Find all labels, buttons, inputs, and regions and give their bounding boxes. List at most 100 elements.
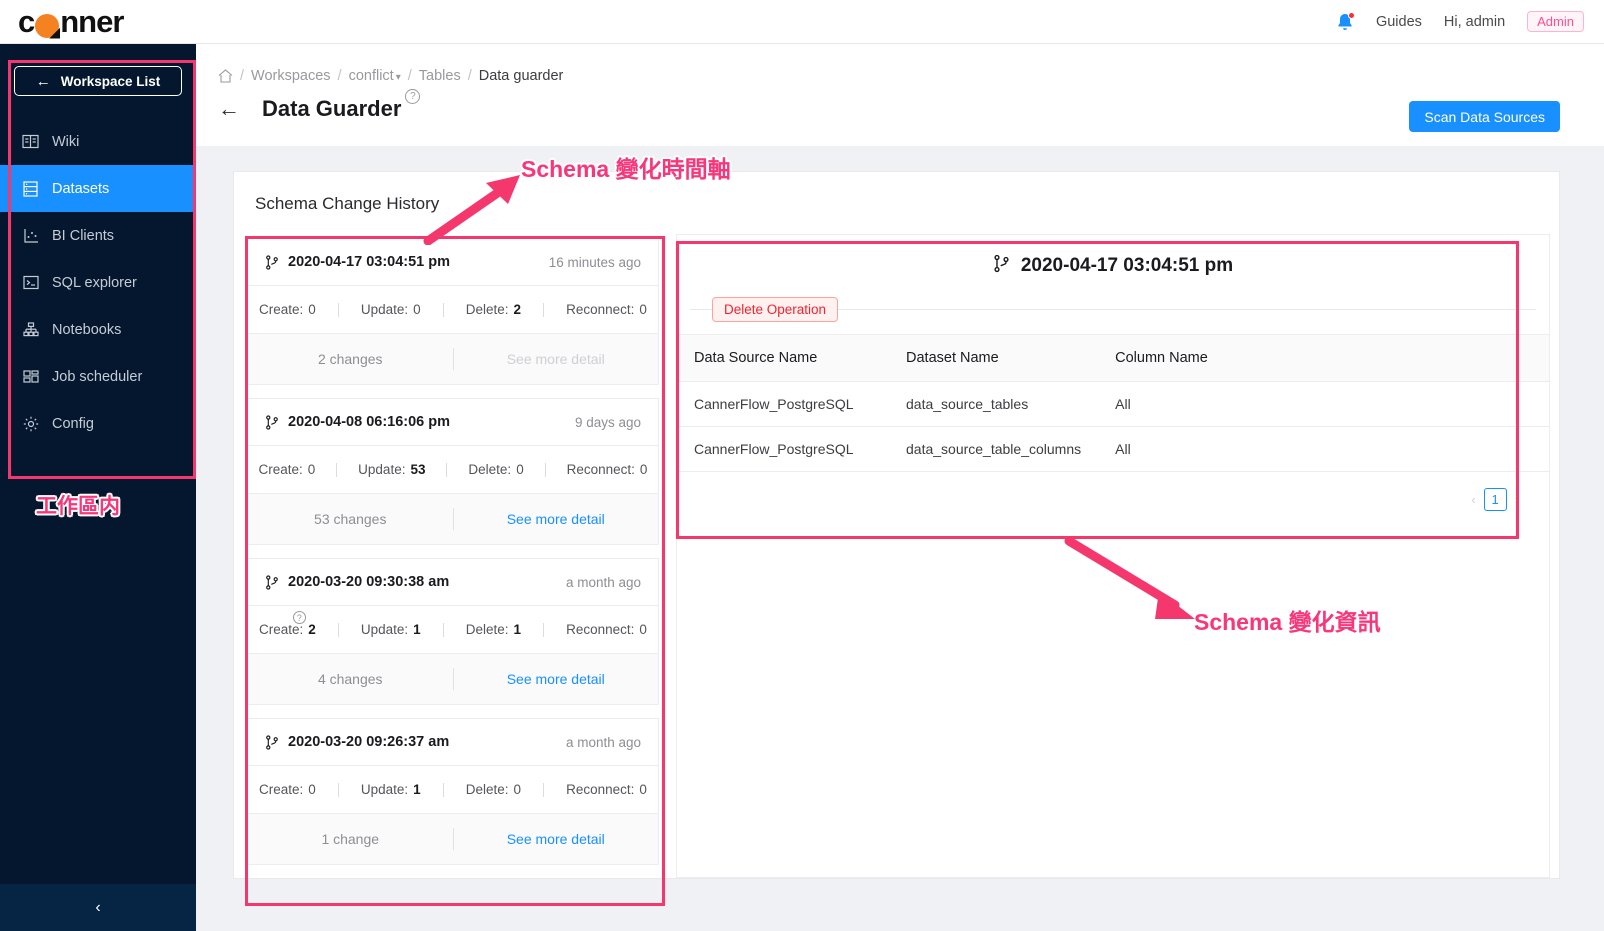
divider <box>446 462 448 477</box>
see-more-detail-link: See more detail <box>506 351 605 367</box>
timeline-entry-date: 2020-03-20 09:26:37 am <box>288 734 450 750</box>
table-cell: data_source_tables <box>889 381 1099 427</box>
see-more-detail-link[interactable]: See more detail <box>454 511 659 527</box>
timeline-entry-stats: Create: 2? Update: 1 Delete: 1 Reconnect: 0 <box>248 606 658 654</box>
timeline-entry-footer: 53 changes See more detail <box>248 494 658 544</box>
column-header-data-source-name: Data Source Name <box>677 334 889 382</box>
sidebar-item-label: Notebooks <box>52 321 122 338</box>
sidebar-item-config[interactable]: Config <box>0 400 196 447</box>
stat-value: 0 <box>307 462 316 477</box>
timeline-entry-date: 2020-04-17 03:04:51 pm <box>288 254 451 270</box>
detail-date: 2020-04-17 03:04:51 pm <box>1020 255 1234 276</box>
timeline-entry-relative-time: 16 minutes ago <box>548 254 641 270</box>
bell-icon[interactable] <box>1336 11 1355 32</box>
stat-value: 53 <box>410 462 426 477</box>
pagination: ‹ 1 › <box>677 472 1549 511</box>
help-icon[interactable]: ? <box>292 611 306 624</box>
table-header-row: Data Source Name Dataset Name Column Nam… <box>677 334 1549 382</box>
sidebar-item-job-scheduler[interactable]: Job scheduler <box>0 353 196 400</box>
stat-value: 0 <box>639 622 647 637</box>
logo-text-nner: nner <box>60 4 124 39</box>
divider <box>337 302 339 317</box>
detail-header: 2020-04-17 03:04:51 pm <box>677 235 1549 297</box>
sidebar-item-label: Config <box>52 415 94 432</box>
stat-label: Create: <box>259 622 304 637</box>
stat-reconnect: Reconnect: 0 <box>566 782 647 797</box>
see-more-detail-link[interactable]: See more detail <box>454 671 659 687</box>
timeline-entry[interactable]: 2020-04-17 03:04:51 pm 16 minutes ago Crea… <box>247 238 659 385</box>
stat-value: 0 <box>639 302 647 317</box>
logo-orange-a-icon <box>35 13 60 38</box>
sidebar-item-sql-explorer[interactable]: SQL explorer <box>0 259 196 306</box>
back-arrow-icon[interactable]: ← <box>218 98 240 120</box>
home-icon[interactable] <box>218 69 233 83</box>
page-header: / Workspaces / conflict ▾ / Tables / Data… <box>196 44 1604 146</box>
stat-delete: Delete: 0 <box>468 462 523 477</box>
timeline-entry-header: 2020-03-20 09:26:37 am a month ago <box>248 719 658 766</box>
stat-value: 0 <box>413 302 421 317</box>
sidebar-collapse-button[interactable]: ‹ <box>0 884 196 931</box>
workspace-list-button[interactable]: ← Workspace List <box>14 66 182 96</box>
stat-delete: Delete: 1 <box>466 622 521 637</box>
stat-reconnect: Reconnect: 0 <box>567 462 648 477</box>
sidebar-item-label: SQL explorer <box>52 274 137 291</box>
pagination-page-1[interactable]: 1 <box>1483 488 1507 511</box>
status-badge[interactable]: Admin <box>1527 11 1584 32</box>
divider <box>442 782 444 797</box>
panels: 2020-04-17 03:04:51 pm 16 minutes ago Crea… <box>234 234 1559 878</box>
breadcrumb-separator: / <box>467 68 472 84</box>
chevron-down-icon[interactable]: ▾ <box>396 72 401 83</box>
sidebar-item-wiki[interactable]: Wiki <box>0 118 196 165</box>
stat-value: 0 <box>308 782 316 797</box>
timeline-entry-date: 2020-04-08 06:16:06 pm <box>288 414 451 430</box>
section-title: Schema Change History <box>255 194 440 213</box>
schema-change-timeline: 2020-04-17 03:04:51 pm 16 minutes ago Crea… <box>243 234 663 878</box>
chart-icon <box>22 227 39 244</box>
stat-label: Delete: <box>465 622 509 637</box>
timeline-entry-footer: 2 changes See more detail <box>248 334 658 384</box>
breadcrumb-item-workspaces[interactable]: Workspaces <box>251 68 331 84</box>
schedule-icon <box>22 368 39 385</box>
stat-value: 0 <box>308 302 316 317</box>
timeline-entry[interactable]: 2020-04-08 06:16:06 pm 9 days ago Create: 0… <box>247 398 659 545</box>
scan-data-sources-button[interactable]: Scan Data Sources <box>1409 101 1560 132</box>
stat-label: Reconnect: <box>566 462 635 477</box>
timeline-entry-relative-time: a month ago <box>565 574 641 590</box>
sidebar-item-notebooks[interactable]: Notebooks <box>0 306 196 353</box>
stat-value: 2 <box>308 622 316 637</box>
sidebar-nav: Wiki Datasets BI Clients SQL explorer No… <box>0 118 196 447</box>
sidebar-item-bi-clients[interactable]: BI Clients <box>0 212 196 259</box>
breadcrumb-separator: / <box>337 68 342 84</box>
timeline-entry-footer: 1 change See more detail <box>248 814 658 864</box>
stat-label: Delete: <box>468 462 512 477</box>
breadcrumb-separator: / <box>240 68 245 84</box>
timeline-entry-changes-count: 1 change <box>321 831 380 847</box>
stat-value: 1 <box>413 622 421 637</box>
timeline-entry-changes-count: 53 changes <box>314 511 387 527</box>
see-more-detail-link[interactable]: See more detail <box>454 831 659 847</box>
stat-label: Create: <box>259 782 304 797</box>
timeline-entry[interactable]: 2020-03-20 09:26:37 am a month ago Create:… <box>247 718 659 865</box>
stat-delete: Delete: 2 <box>466 302 521 317</box>
stat-label: Create: <box>258 462 303 477</box>
app-logo[interactable]: c nner <box>18 4 124 39</box>
console-icon <box>22 274 39 291</box>
divider <box>543 782 545 797</box>
guides-link[interactable]: Guides <box>1376 14 1422 30</box>
divider <box>336 462 338 477</box>
top-bar-right: Guides Hi, admin Admin <box>1336 11 1584 32</box>
stat-create: Create: 0 <box>258 462 315 477</box>
schema-change-detail-panel: 2020-04-17 03:04:51 pm Delete Operation … <box>676 234 1550 878</box>
operation-badge: Delete Operation <box>712 297 839 322</box>
breadcrumb-item-tables[interactable]: Tables <box>419 68 461 84</box>
help-icon[interactable]: ? <box>405 89 421 104</box>
table-cell: All <box>1098 426 1549 472</box>
timeline-entry[interactable]: 2020-03-20 09:30:38 am a month ago Create:… <box>247 558 659 705</box>
sidebar-item-datasets[interactable]: Datasets <box>0 165 196 212</box>
pagination-prev-button[interactable]: ‹ <box>1471 492 1475 507</box>
breadcrumb-item-conflict[interactable]: conflict ▾ <box>349 68 401 84</box>
pagination-next-button[interactable]: › <box>1515 492 1519 507</box>
git-branch-icon <box>265 734 279 751</box>
top-bar: c nner Guides Hi, admin Admin <box>0 0 1604 44</box>
stat-value: 1 <box>413 782 421 797</box>
